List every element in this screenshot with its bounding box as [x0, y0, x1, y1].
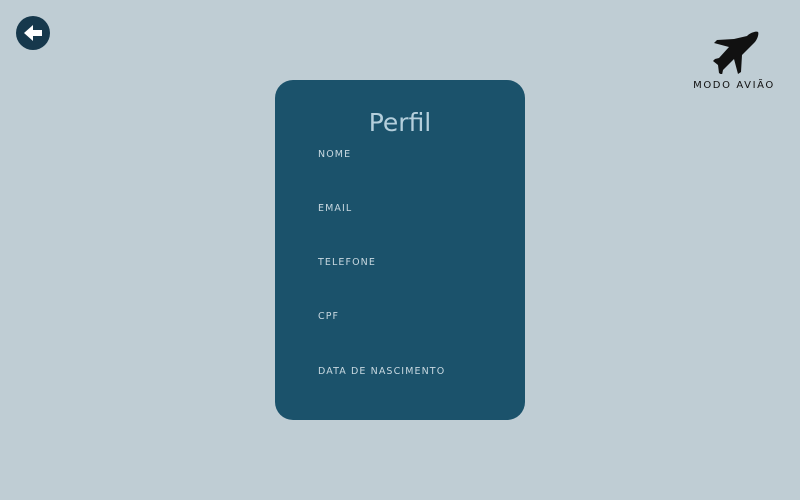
field-label-nome: NOME: [318, 149, 352, 160]
back-button[interactable]: [16, 16, 50, 50]
field-label-telefone: TELEFONE: [318, 257, 376, 268]
field-label-email: EMAIL: [318, 203, 353, 214]
field-label-data-de-nascimento: DATA DE NASCIMENTO: [318, 366, 446, 377]
brand-name: MODO AVIÃO: [693, 80, 775, 91]
arrow-left-icon: [22, 22, 44, 44]
page-title: Perfil: [368, 108, 432, 137]
airplane-icon: [713, 31, 759, 74]
brand: MODO AVIÃO: [690, 28, 778, 91]
field-label-cpf: CPF: [318, 311, 340, 322]
